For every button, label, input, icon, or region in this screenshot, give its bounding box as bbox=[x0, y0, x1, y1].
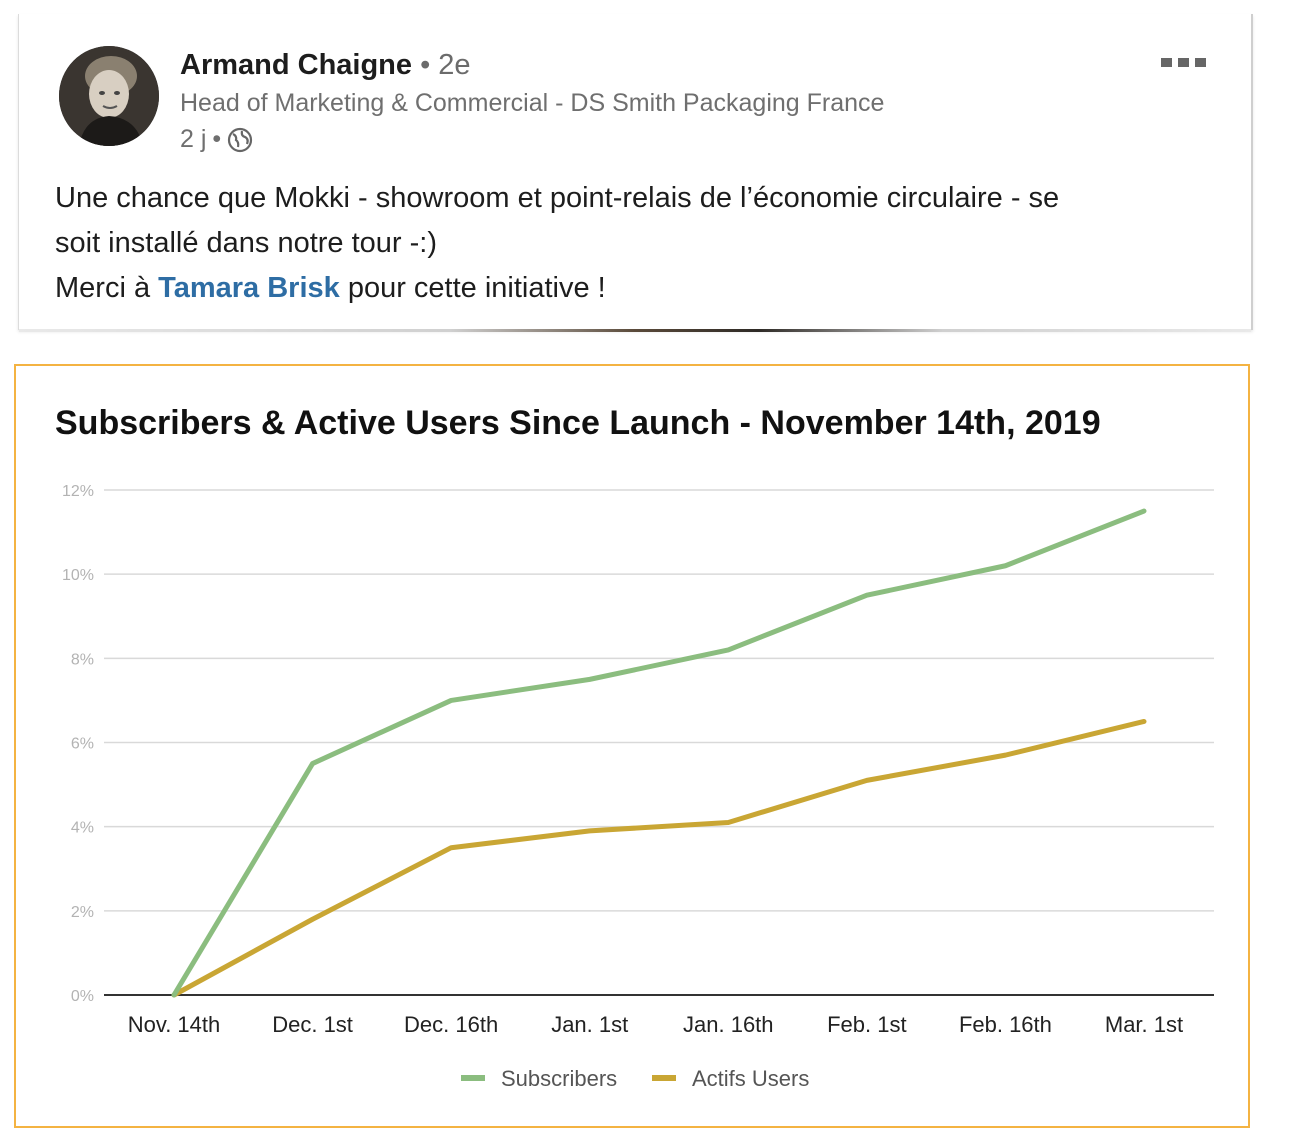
x-tick-label: Jan. 16th bbox=[683, 1012, 774, 1037]
post-text-prefix: Merci à bbox=[55, 272, 159, 304]
series-line-subscribers bbox=[171, 508, 1147, 998]
y-tick-label: 6% bbox=[71, 736, 94, 753]
meta-separator: • bbox=[212, 125, 222, 153]
connection-degree: • 2e bbox=[420, 49, 471, 81]
x-tick-label: Feb. 16th bbox=[959, 1012, 1052, 1037]
y-tick-label: 2% bbox=[71, 904, 94, 921]
avatar-image bbox=[59, 46, 159, 146]
more-dots-icon bbox=[1178, 57, 1189, 67]
y-tick-label: 8% bbox=[71, 651, 94, 668]
globe-icon bbox=[228, 127, 253, 152]
more-dots-icon bbox=[1195, 57, 1206, 67]
post-text-line: soit installé dans notre tour -:) bbox=[55, 227, 438, 259]
x-tick-label: Dec. 16th bbox=[404, 1012, 498, 1037]
chart-card: Subscribers & Active Users Since Launch … bbox=[14, 364, 1250, 1128]
x-tick-label: Nov. 14th bbox=[128, 1012, 221, 1037]
x-tick-label: Mar. 1st bbox=[1105, 1012, 1183, 1037]
legend-label: Actifs Users bbox=[692, 1066, 809, 1091]
y-tick-label: 12% bbox=[62, 483, 94, 500]
author-name[interactable]: Armand Chaigne • 2e bbox=[180, 49, 471, 82]
post-time: 2 j bbox=[180, 125, 207, 153]
x-tick-label: Feb. 1st bbox=[827, 1012, 906, 1037]
post-text-line: Une chance que Mokki - showroom et point… bbox=[55, 182, 1060, 214]
more-dots-icon bbox=[1161, 57, 1172, 67]
line-chart: 0% 2% 4% 6% 8% 10% 12% Nov. 14th Dec. 1st Dec. 16… bbox=[62, 483, 1214, 1091]
y-tick-label: 0% bbox=[71, 988, 94, 1005]
post-text-suffix: pour cette initiative ! bbox=[339, 272, 606, 304]
x-tick-label: Dec. 1st bbox=[272, 1012, 353, 1037]
author-name-text[interactable]: Armand Chaigne bbox=[180, 49, 412, 81]
mention-link[interactable]: Tamara Brisk bbox=[158, 272, 340, 304]
post-text-line: Merci à Tamara Brisk pour cette initiati… bbox=[55, 266, 1235, 311]
avatar[interactable] bbox=[59, 46, 159, 146]
x-tick-label: Jan. 1st bbox=[551, 1012, 628, 1037]
more-options-button[interactable] bbox=[1161, 54, 1211, 70]
author-headline: Head of Marketing & Commercial - DS Smit… bbox=[180, 89, 885, 117]
post-card: Armand Chaigne • 2e Head of Marketing & … bbox=[18, 14, 1253, 332]
post-text: Une chance que Mokki - showroom et point… bbox=[55, 176, 1235, 311]
y-tick-label: 4% bbox=[71, 820, 94, 837]
legend-label: Subscribers bbox=[501, 1066, 617, 1091]
post-meta: 2 j • bbox=[180, 125, 253, 154]
y-tick-label: 10% bbox=[62, 567, 94, 584]
